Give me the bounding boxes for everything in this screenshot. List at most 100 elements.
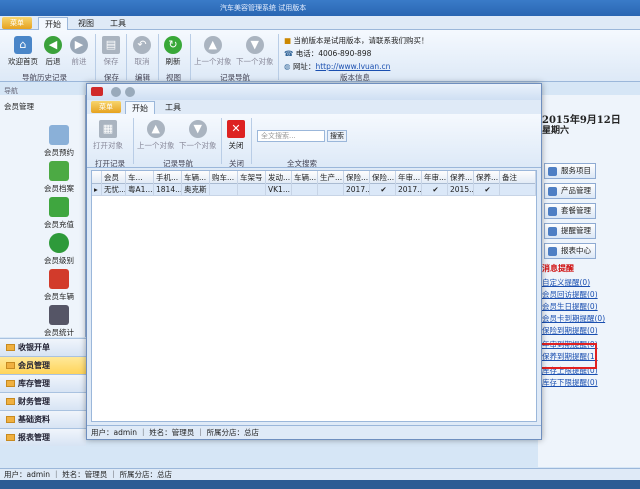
service-items-button[interactable]: 服务项目 — [544, 163, 596, 179]
package-manage-button[interactable]: 套餐管理 — [544, 203, 596, 219]
car-icon — [49, 269, 69, 289]
dialog-prev-button[interactable]: ▲ 上一个对象 — [137, 120, 175, 151]
group-record-nav: 记录导航 — [163, 159, 193, 168]
main-tab-row: 菜单 开始 视图 工具 — [0, 16, 640, 30]
folder-icon — [6, 362, 15, 369]
tab-start[interactable]: 开始 — [38, 17, 68, 30]
tab-tools[interactable]: 工具 — [104, 17, 132, 30]
dialog-next-button[interactable]: ▼ 下一个对象 — [179, 120, 217, 151]
table-cell: 1814... — [156, 184, 182, 196]
column-header[interactable]: 年审... — [396, 171, 422, 184]
module-finance[interactable]: 财务管理 — [0, 392, 86, 410]
module-cashier[interactable]: 收银开单 — [0, 338, 86, 356]
row-indicator-header — [92, 171, 102, 184]
module-member[interactable]: 会员管理 — [0, 356, 86, 374]
dialog-status-bar: 用户：admin ｜ 姓名：管理员 ｜ 所属分店：总店 — [87, 425, 541, 439]
dialog-forward-icon[interactable] — [125, 87, 135, 97]
right-panel: 2015年9月12日 星期六 服务项目 产品管理 套餐管理 提醒管理 报表中心 … — [538, 95, 640, 467]
save-button[interactable]: ▤ 保存 — [102, 36, 120, 67]
dialog-tab-tools[interactable]: 工具 — [159, 101, 187, 114]
group-version-info: 版本信息 — [340, 73, 370, 82]
cancel-button[interactable]: ↶ 取消 — [133, 36, 151, 67]
folder-icon — [6, 398, 15, 405]
column-header[interactable]: 保养... — [448, 171, 474, 184]
column-header[interactable]: 保险... — [370, 171, 396, 184]
recharge-icon — [49, 197, 69, 217]
column-header[interactable]: 会员 — [102, 171, 126, 184]
reminder-link[interactable]: 会员卡到期提醒(0) — [542, 313, 605, 324]
dialog-back-icon[interactable] — [111, 87, 121, 97]
sidebar-item-appointment[interactable]: 会员预约 — [44, 125, 74, 158]
reminder-link[interactable]: 保险到期提醒(0) — [542, 325, 598, 336]
column-header[interactable]: 保养... — [474, 171, 500, 184]
reminder-link[interactable]: 库存下限提醒(0) — [542, 377, 598, 388]
report-center-button[interactable]: 报表中心 — [544, 243, 596, 259]
product-icon — [548, 187, 557, 196]
back-button[interactable]: ◀ 后退 — [44, 36, 62, 67]
dialog-tab-start[interactable]: 开始 — [125, 101, 155, 114]
prev-object-button[interactable]: ▲ 上一个对象 — [194, 36, 232, 67]
group-save: 保存 — [104, 73, 119, 82]
website-link[interactable]: http://www.lvuan.cn — [315, 62, 390, 71]
home-icon: ⌂ — [14, 36, 32, 54]
web-label: 网址： — [292, 62, 316, 71]
open-object-button[interactable]: ▦ 打开对象 — [93, 120, 123, 151]
column-header[interactable]: 车辆... — [182, 171, 210, 184]
weekday-display: 星期六 — [542, 126, 570, 136]
sidebar-item-recharge[interactable]: 会员充值 — [44, 197, 74, 230]
table-cell — [292, 184, 318, 196]
down-arrow-icon: ▼ — [245, 36, 264, 54]
module-reports[interactable]: 报表管理 — [0, 428, 86, 446]
fulltext-search-input[interactable]: 全文搜索... — [257, 130, 325, 142]
column-header[interactable]: 生产... — [318, 171, 344, 184]
folder-icon — [6, 380, 15, 387]
phone-number: 4006-890-898 — [318, 49, 372, 58]
dialog-ribbon: ▦ 打开对象 打开记录 ▲ 上一个对象 ▼ 下一个对象 记录导航 ✕ 关闭 关闭 全文搜… — [87, 114, 541, 168]
column-header[interactable]: 发动... — [266, 171, 292, 184]
sidebar-item-member-file[interactable]: 会员档案 — [44, 161, 74, 194]
reminder-manage-button[interactable]: 提醒管理 — [544, 223, 596, 239]
sidebar-item-vehicle[interactable]: 会员车辆 — [44, 269, 74, 302]
reminder-link[interactable]: 会员生日提醒(0) — [542, 301, 598, 312]
column-header[interactable]: 车辆... — [292, 171, 318, 184]
forward-button[interactable]: ▶ 前进 — [70, 36, 88, 67]
refresh-button[interactable]: ↻ 刷新 — [164, 36, 182, 67]
sidebar: 会员管理 会员预约 会员档案 会员充值 会员级别 会员车辆 会员统计 — [0, 95, 86, 337]
table-cell: 奥克斯 — [182, 184, 210, 196]
sidebar-item-statistics[interactable]: 会员统计 — [44, 305, 74, 338]
search-button[interactable]: 搜索 — [327, 130, 347, 142]
group-close: 关闭 — [229, 159, 244, 168]
folder-icon — [6, 344, 15, 351]
checkbox-icon[interactable]: ✔ — [370, 184, 396, 196]
taskbar — [0, 480, 640, 489]
next-object-button[interactable]: ▼ 下一个对象 — [236, 36, 274, 67]
column-header[interactable]: 购车... — [210, 171, 238, 184]
column-header[interactable]: 车架号 — [238, 171, 266, 184]
dialog-file-menu[interactable]: 菜单 — [91, 101, 121, 113]
home-button[interactable]: ⌂ 欢迎首页 — [8, 36, 38, 67]
product-manage-button[interactable]: 产品管理 — [544, 183, 596, 199]
module-basic-data[interactable]: 基础资料 — [0, 410, 86, 428]
table-cell: 2015... — [450, 184, 474, 196]
reminder-link[interactable]: 自定义提醒(0) — [542, 277, 590, 288]
sidebar-item-level[interactable]: 会员级别 — [44, 233, 74, 266]
column-header[interactable]: 年审... — [422, 171, 448, 184]
main-status-bar: 用户：admin ｜ 姓名：管理员 ｜ 所属分店：总店 — [0, 468, 640, 480]
column-header[interactable]: 手机... — [154, 171, 182, 184]
table-row[interactable]: ▸ 无忧... 粤A1... 1814... 奥克斯 VK1... 2017..… — [92, 184, 536, 196]
tab-view[interactable]: 视图 — [72, 17, 100, 30]
file-menu-button[interactable]: 菜单 — [2, 17, 32, 29]
module-inventory[interactable]: 库存管理 — [0, 374, 86, 392]
checkbox-icon[interactable]: ✔ — [474, 184, 500, 196]
column-header[interactable]: 车... — [126, 171, 154, 184]
users-icon — [49, 161, 69, 181]
reminder-link[interactable]: 会员回访提醒(0) — [542, 289, 598, 300]
grid-header: 会员 车... 手机... 车辆... 购车... 车架号 发动... 车辆..… — [92, 171, 536, 184]
dialog-close-button[interactable]: ✕ 关闭 — [227, 120, 245, 151]
table-cell — [210, 184, 238, 196]
phone-label: 电话： — [295, 49, 319, 58]
checkbox-icon[interactable]: ✔ — [422, 184, 448, 196]
column-header[interactable]: 保险... — [344, 171, 370, 184]
column-header[interactable]: 备注 — [500, 171, 536, 184]
vehicle-dialog: 菜单 开始 工具 ▦ 打开对象 打开记录 ▲ 上一个对象 ▼ 下一个对象 记录导航 ✕… — [86, 83, 542, 440]
